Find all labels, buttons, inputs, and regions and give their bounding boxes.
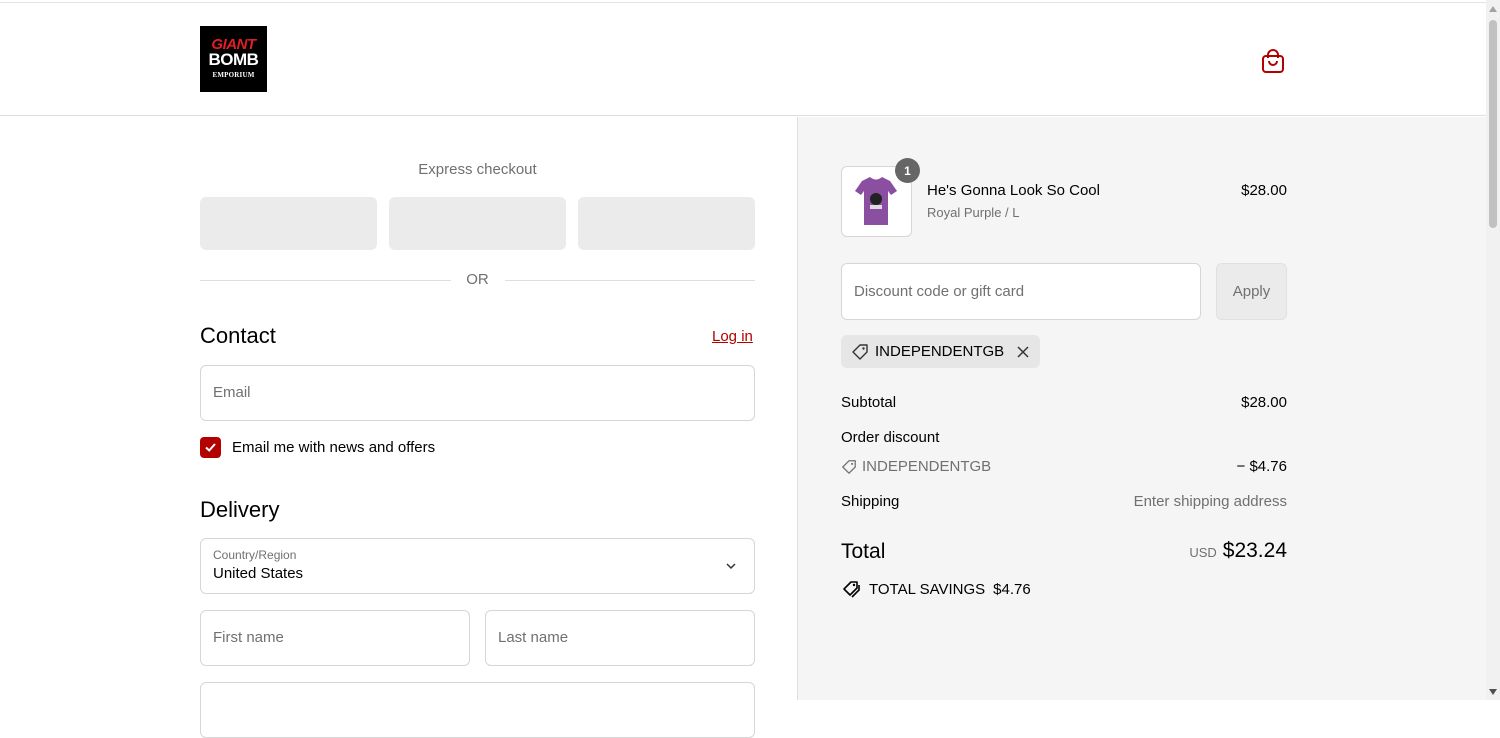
express-pay-button-2[interactable] (389, 197, 566, 250)
product-price: $28.00 (1241, 182, 1287, 199)
page-scrollbar[interactable] (1486, 0, 1500, 700)
total-label: Total (841, 540, 886, 563)
tag-icon (842, 459, 856, 474)
country-label: Country/Region (213, 548, 297, 562)
last-name-placeholder: Last name (498, 629, 569, 646)
express-checkout-label: Express checkout (418, 161, 537, 178)
newsletter-checkbox[interactable] (200, 437, 221, 458)
shipping-label: Shipping (841, 493, 900, 510)
country-value: United States (213, 565, 304, 582)
delivery-heading: Delivery (200, 497, 280, 522)
applied-discount-chip: INDEPENDENTGB (841, 335, 1041, 368)
total-value-group: USD $23.24 (1087, 539, 1287, 563)
quantity-badge: 1 (895, 158, 920, 183)
savings-value: $4.76 (993, 580, 1031, 598)
chevron-down-icon (726, 563, 736, 570)
checkout-form-panel: Express checkout OR Contact Log in Email… (0, 117, 797, 738)
product-name: He's Gonna Look So Cool (927, 182, 1100, 199)
address-field[interactable] (200, 682, 755, 738)
check-icon (205, 443, 216, 452)
site-header: GIANT BOMB EMPORIUM (0, 3, 1486, 116)
discount-value: − $4.76 (1236, 458, 1287, 475)
total-currency: USD (1189, 545, 1217, 560)
logo-line-2: BOMB (208, 50, 259, 69)
discount-code-row: INDEPENDENTGB (841, 458, 991, 475)
subtotal-value: $28.00 (1241, 394, 1287, 411)
email-placeholder: Email (213, 384, 251, 401)
store-logo[interactable]: GIANT BOMB EMPORIUM (200, 26, 267, 92)
scroll-thumb[interactable] (1489, 20, 1497, 228)
contact-heading: Contact (200, 323, 276, 348)
first-name-placeholder: First name (213, 629, 284, 646)
total-savings: TOTAL SAVINGS $4.76 (841, 579, 1031, 599)
login-link[interactable]: Log in (712, 328, 753, 345)
tag-icon (852, 343, 868, 360)
shipping-value: Enter shipping address (1133, 493, 1287, 510)
close-icon[interactable] (1016, 345, 1030, 359)
product-variant: Royal Purple / L (927, 205, 1020, 220)
subtotal-label: Subtotal (841, 394, 897, 411)
first-name-field[interactable]: First name (200, 610, 470, 666)
newsletter-label: Email me with news and offers (232, 439, 436, 456)
logo-line-3: EMPORIUM (212, 71, 255, 79)
last-name-field[interactable]: Last name (485, 610, 755, 666)
shopping-bag-icon[interactable] (1260, 48, 1286, 74)
express-pay-button-3[interactable] (578, 197, 755, 250)
order-summary-panel: 1 He's Gonna Look So Cool Royal Purple /… (797, 117, 1486, 700)
email-field[interactable]: Email (200, 365, 755, 421)
scroll-down-arrow[interactable] (1489, 689, 1497, 695)
country-select[interactable]: Country/Region United States (200, 538, 755, 594)
divider-line-right (505, 280, 755, 281)
apply-button[interactable]: Apply (1216, 263, 1287, 320)
applied-code: INDEPENDENTGB (875, 343, 1005, 360)
scroll-up-arrow[interactable] (1489, 6, 1497, 12)
order-discount-label: Order discount (841, 429, 940, 446)
express-pay-button-1[interactable] (200, 197, 377, 250)
discount-code-input[interactable]: Discount code or gift card (841, 263, 1201, 320)
or-divider: OR (200, 270, 755, 290)
discount-code: INDEPENDENTGB (862, 458, 992, 475)
total-value: $23.24 (1222, 539, 1287, 562)
tags-icon (843, 581, 860, 598)
savings-label: TOTAL SAVINGS (869, 580, 986, 598)
discount-placeholder: Discount code or gift card (854, 283, 1025, 300)
